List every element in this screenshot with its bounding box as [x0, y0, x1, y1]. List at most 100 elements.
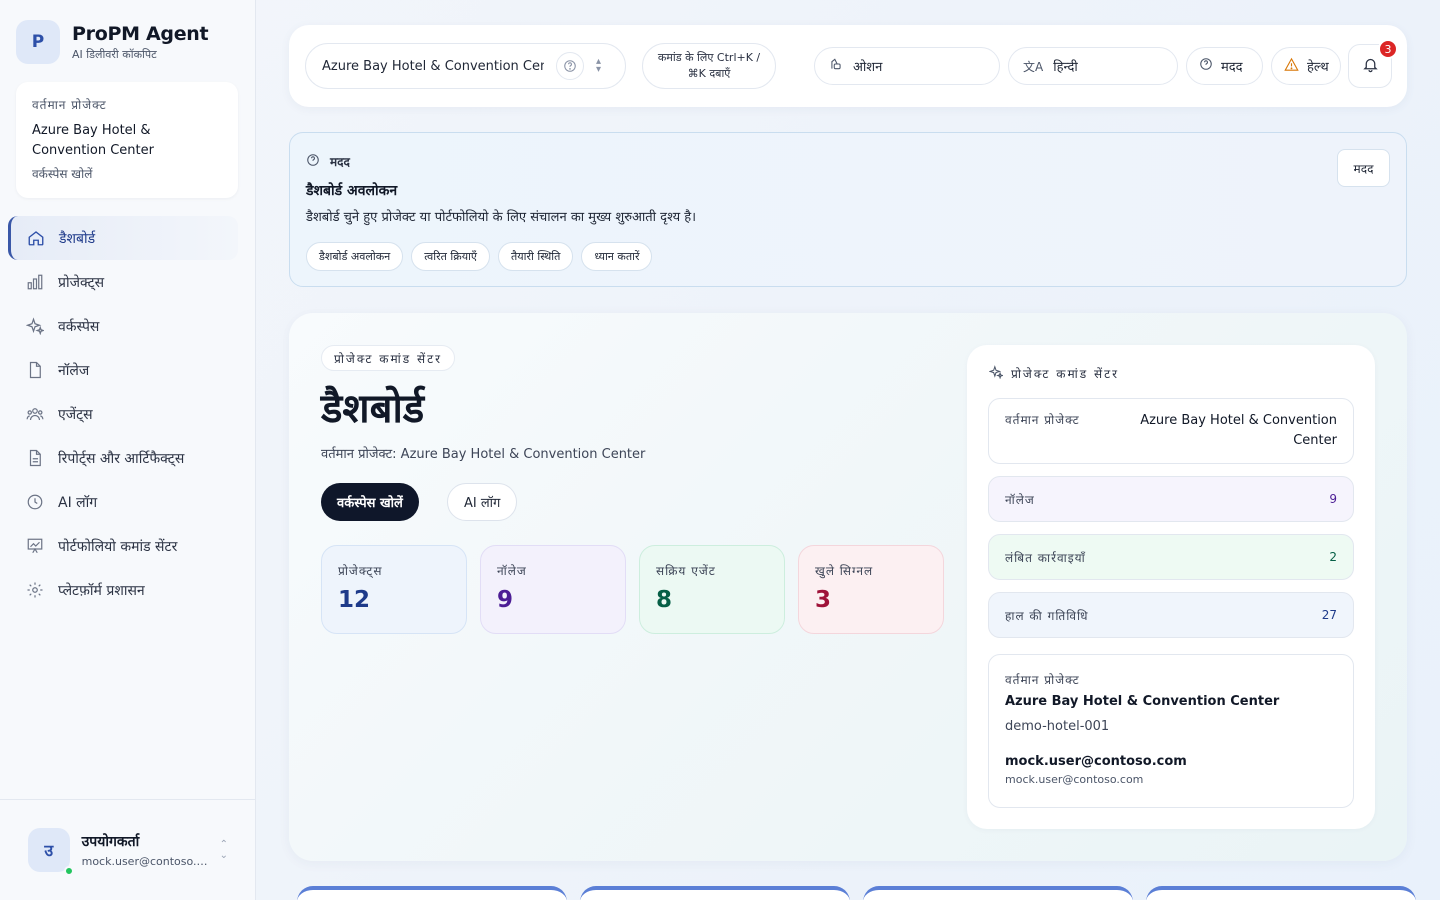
sidebar-item-dashboard[interactable]: डैशबोर्ड	[8, 216, 238, 260]
summary-row-key: लंबित कार्रवाइयाँ	[1005, 550, 1086, 565]
help-circle-icon[interactable]	[556, 52, 584, 80]
help-panel-title: डैशबोर्ड अवलोकन	[306, 183, 398, 199]
project-select-value: Azure Bay Hotel & Convention Center	[322, 58, 544, 74]
summary-row-value: 2	[1329, 550, 1337, 564]
stat-label: प्रोजेक्ट्स	[338, 564, 383, 578]
stat-card-open-signals[interactable]: खुले सिग्नल 3	[798, 545, 944, 634]
user-email: mock.user@contoso.com	[81, 855, 208, 868]
home-icon	[27, 229, 45, 247]
top-bar: Azure Bay Hotel & Convention Center ▴ ▾ क…	[289, 25, 1407, 107]
detail-project-id: demo-hotel-001	[1005, 719, 1110, 734]
stat-label: नॉलेज	[497, 564, 527, 578]
theme-value: ओशन	[853, 60, 883, 75]
sidebar-item-label: नॉलेज	[58, 362, 90, 379]
sidebar-item-label: प्लेटफ़ॉर्म प्रशासन	[58, 582, 145, 599]
gear-icon	[26, 581, 44, 599]
sidebar-item-label: एजेंट्स	[58, 406, 93, 423]
stat-value: 8	[656, 587, 673, 613]
current-project-detail: वर्तमान प्रोजेक्ट Azure Bay Hotel & Conv…	[988, 654, 1354, 808]
file-icon	[26, 361, 44, 379]
project-command-center: प्रोजेक्ट कमांड सेंटर डैशबोर्ड वर्तमान प…	[289, 313, 1407, 861]
help-chip[interactable]: डैशबोर्ड अवलोकन	[306, 242, 404, 271]
ai-log-button[interactable]: AI लॉग	[447, 483, 518, 521]
section-pill: प्रोजेक्ट कमांड सेंटर	[321, 345, 456, 371]
command-palette-hint[interactable]: कमांड के लिए Ctrl+K / ⌘K दबाएँ	[642, 43, 776, 89]
help-icon	[1199, 57, 1213, 75]
sidebar-item-reports[interactable]: रिपोर्ट्स और आर्टिफैक्ट्स	[0, 436, 256, 480]
card-peek	[1146, 886, 1416, 900]
card-peek	[580, 886, 850, 900]
stat-card-active-agents[interactable]: सक्रिय एजेंट 8	[639, 545, 785, 634]
sidebar-item-portfolio[interactable]: पोर्टफोलियो कमांड सेंटर	[0, 524, 256, 568]
language-select[interactable]: 文A हिन्दी	[1008, 47, 1178, 85]
stat-value: 12	[338, 587, 371, 613]
help-panel-button[interactable]: मदद	[1337, 149, 1390, 187]
palette-icon	[829, 57, 843, 75]
file-text-icon	[26, 449, 44, 467]
sidebar-item-label: पोर्टफोलियो कमांड सेंटर	[58, 538, 178, 555]
sidebar-item-workspace[interactable]: वर्कस्पेस	[0, 304, 256, 348]
clock-icon	[26, 493, 44, 511]
chevron-updown-icon: ▴ ▾	[596, 56, 602, 75]
warning-icon	[1284, 57, 1299, 76]
sidebar-item-agents[interactable]: एजेंट्स	[0, 392, 256, 436]
summary-row-recent-activity[interactable]: हाल की गतिविधि 27	[988, 592, 1354, 638]
help-chip[interactable]: तैयारी स्थिति	[498, 242, 574, 271]
sidebar-nav: डैशबोर्ड प्रोजेक्ट्स वर्कस्पेस नॉलेज एजे…	[0, 216, 256, 612]
help-chip[interactable]: त्वरित क्रियाएँ	[411, 242, 491, 271]
online-status-dot	[63, 866, 74, 876]
user-menu[interactable]: उ उपयोगकर्ता mock.user@contoso.com ⌃ ⌄	[0, 799, 256, 900]
sidebar-item-label: प्रोजेक्ट्स	[58, 274, 105, 291]
summary-row-pending-actions[interactable]: लंबित कार्रवाइयाँ 2	[988, 534, 1354, 580]
sidebar-item-label: वर्कस्पेस	[58, 318, 100, 335]
summary-row-value: 27	[1321, 608, 1337, 622]
help-icon	[306, 153, 320, 170]
summary-card-header: प्रोजेक्ट कमांड सेंटर	[988, 365, 1119, 382]
notifications-button[interactable]: 3	[1348, 39, 1398, 88]
stat-card-projects[interactable]: प्रोजेक्ट्स 12	[321, 545, 467, 634]
brand: P ProPM Agent AI डिलीवरी कॉकपिट	[16, 20, 209, 64]
sidebar-item-ai-log[interactable]: AI लॉग	[0, 480, 256, 524]
summary-row-key: नॉलेज	[1005, 492, 1035, 507]
project-select[interactable]: Azure Bay Hotel & Convention Center ▴ ▾	[305, 43, 626, 89]
translate-icon: 文A	[1023, 59, 1044, 74]
sidebar-item-label: AI लॉग	[58, 494, 98, 511]
summary-row-current-project: वर्तमान प्रोजेक्ट Azure Bay Hotel & Conv…	[988, 398, 1354, 464]
page-subtitle: वर्तमान प्रोजेक्ट: Azure Bay Hotel & Con…	[321, 447, 646, 462]
help-panel-header-label: मदद	[330, 155, 350, 169]
sparkles-icon	[988, 365, 1005, 382]
theme-select[interactable]: ओशन	[814, 47, 1000, 85]
presentation-chart-icon	[26, 537, 44, 555]
stat-card-knowledge[interactable]: नॉलेज 9	[480, 545, 626, 634]
bar-chart-icon	[26, 273, 44, 291]
sidebar-item-admin[interactable]: प्लेटफ़ॉर्म प्रशासन	[0, 568, 256, 612]
sparkles-icon	[26, 317, 44, 335]
detail-email: mock.user@contoso.com	[1005, 773, 1144, 786]
open-workspace-button[interactable]: वर्कस्पेस खोलें	[321, 483, 419, 521]
current-project-card: वर्तमान प्रोजेक्ट Azure Bay Hotel & Conv…	[16, 82, 238, 198]
card-peek	[297, 886, 567, 900]
detail-label: वर्तमान प्रोजेक्ट	[1005, 673, 1080, 687]
help-chip[interactable]: ध्यान कतारें	[581, 242, 653, 271]
sidebar-item-projects[interactable]: प्रोजेक्ट्स	[0, 260, 256, 304]
stats-row: प्रोजेक्ट्स 12 नॉलेज 9 सक्रिय एजेंट 8 खु…	[321, 545, 944, 634]
stat-value: 3	[815, 587, 832, 613]
health-label: हेल्थ	[1307, 60, 1329, 75]
language-value: हिन्दी	[1053, 60, 1078, 75]
avatar: उ	[28, 828, 74, 876]
detail-project-name: Azure Bay Hotel & Convention Center	[1005, 694, 1280, 709]
help-label: मदद	[1221, 60, 1243, 75]
notification-count-badge: 3	[1378, 39, 1398, 59]
summary-row-knowledge[interactable]: नॉलेज 9	[988, 476, 1354, 522]
sidebar-item-knowledge[interactable]: नॉलेज	[0, 348, 256, 392]
current-project-label: वर्तमान प्रोजेक्ट	[32, 98, 107, 112]
sidebar-item-label: रिपोर्ट्स और आर्टिफैक्ट्स	[58, 450, 185, 467]
sidebar-item-label: डैशबोर्ड	[59, 230, 96, 247]
user-name: उपयोगकर्ता	[81, 834, 140, 850]
bell-icon	[1362, 56, 1379, 77]
users-icon	[26, 405, 44, 423]
health-button[interactable]: हेल्थ	[1271, 47, 1341, 85]
open-workspace-link[interactable]: वर्कस्पेस खोलें	[32, 165, 222, 182]
help-button[interactable]: मदद	[1186, 47, 1263, 85]
page-title: डैशबोर्ड	[321, 386, 425, 432]
